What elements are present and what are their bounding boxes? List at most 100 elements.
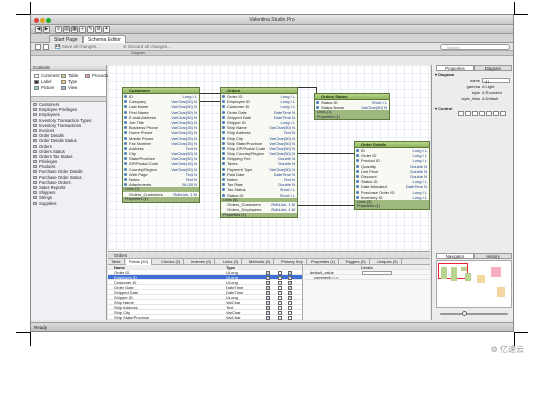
minimize-icon[interactable] [40,18,45,23]
list-item[interactable]: Suppliers [31,201,106,206]
field-checkbox[interactable]: ✓ [288,296,292,300]
tab-start-page[interactable]: Start Page [49,35,83,43]
field-checkbox[interactable] [288,311,292,315]
field-checkbox[interactable]: ✓ [288,286,292,290]
field-checkbox[interactable] [278,276,282,280]
field-checkbox[interactable] [278,311,282,315]
field-checkbox[interactable]: ✓ [288,281,292,285]
field-key-icon [222,188,225,192]
zoom-icon[interactable] [46,18,51,23]
field-checkbox[interactable]: ✓ [266,286,270,290]
entity-order-details[interactable]: Order Details ID Long I L Order ID Long I L… [354,141,430,210]
comment-value[interactable]: none [330,275,339,280]
tab-navigator[interactable]: Navigator [436,253,474,259]
entity-field-row[interactable]: Inventory ID Long I L [355,195,429,200]
field-checkbox[interactable] [288,301,292,305]
plus-icon[interactable]: + [79,26,86,33]
control-label-item[interactable]: Label [34,79,52,84]
control-view[interactable]: View [61,85,77,90]
align-icon[interactable] [486,111,492,116]
gear-icon[interactable]: ⚙ [95,26,102,33]
discard-all-button[interactable]: ⊘ Discard all changes... [123,43,171,51]
entity-properties-header: Properties (1) [355,204,429,209]
table-icon [61,73,66,78]
entity-link-row[interactable]: Orders_Employees RdbLink, 1 M [221,207,297,212]
align-icon[interactable] [458,111,464,116]
align-icon[interactable] [500,111,506,116]
field-checkbox[interactable]: ✓ [266,281,270,285]
field-key-icon [222,126,225,130]
tab-schema-editor[interactable]: Schema Editor [83,35,126,43]
field-checkbox[interactable] [278,301,282,305]
field-checkbox[interactable]: ✓ [266,276,270,280]
field-checkbox[interactable] [278,296,282,300]
field-key-icon [356,159,359,163]
field-checkbox[interactable]: ✓ [288,276,292,280]
tab-properties[interactable]: Properties [436,65,474,71]
entity-orders[interactable]: Orders Order ID Long I L Employee ID Long I… [220,87,298,219]
entity-link-row[interactable]: Orders_Customers RdbLink, 1 M [123,192,199,197]
field-key-icon [356,154,359,158]
field-checkbox[interactable]: ✓ [288,271,292,275]
entity-field-row[interactable]: Attachments BLOB N [123,182,199,187]
field-checkbox[interactable]: ✓ [266,271,270,275]
field-checkbox[interactable]: ✓ [266,296,270,300]
database-icon[interactable]: ▤ [63,26,70,33]
style-links-select[interactable]: A Default [482,96,498,101]
field-checkbox[interactable]: ✓ [266,311,270,315]
align-icon[interactable] [472,111,478,116]
field-checkbox[interactable] [278,271,282,275]
table-icon[interactable]: ▦ [71,26,78,33]
field-checkbox[interactable] [278,286,282,290]
entity-orders-status[interactable]: Orders Status Status ID Short I L Status N… [314,93,390,121]
gamma-select[interactable]: A Light [482,84,494,89]
entity-field-row[interactable]: Status ID Short I L [221,193,297,198]
sidebar-toggle-icon[interactable] [35,44,41,50]
field-key-icon [222,115,225,119]
sql-icon[interactable]: ≡ [55,26,62,33]
search-input[interactable]: Search [440,44,510,50]
wand-icon[interactable]: ✦ [103,26,110,33]
forward-icon[interactable]: ▶ [43,26,50,33]
name-input[interactable]: d1 [482,78,510,84]
field-key-icon [222,178,225,181]
field-checkbox[interactable]: ✓ [266,291,270,295]
field-checkbox[interactable] [288,306,292,310]
back-icon[interactable]: ◀ [35,26,42,33]
table-icon [33,123,37,127]
entity-fields: Status ID Short I L Status Name VarChar(50)… [315,100,389,110]
zoom-slider[interactable] [440,313,508,315]
save-all-button[interactable]: 💾 Save all changes... [55,43,100,51]
field-checkbox[interactable] [278,291,282,295]
field-key-icon [222,141,225,145]
field-checkbox[interactable] [278,281,282,285]
field-checkbox[interactable] [278,316,282,320]
field-name: Inventory ID [361,194,383,200]
field-checkbox[interactable]: ✓ [266,316,270,320]
list-toggle-icon[interactable] [43,44,49,50]
diagram-canvas[interactable]: Customers ID Long I L Company VarChar(50) N… [108,65,430,252]
field-checkbox[interactable]: ✓ [288,291,292,295]
entity-customers[interactable]: Customers ID Long I L Company VarChar(50) N… [122,87,200,203]
field-checkbox[interactable]: ✓ [266,301,270,305]
zoom-slider-handle[interactable] [462,311,467,316]
entity-field-row[interactable]: Status Name VarChar(50) N [315,105,389,110]
field-checkbox[interactable]: ✓ [266,306,270,310]
style-select[interactable]: A Rounded [482,90,502,95]
default-value-input[interactable] [362,270,392,275]
control-table[interactable]: Table [61,73,78,78]
control-comment[interactable]: Comment [34,73,60,78]
align-icon[interactable] [479,111,485,116]
tab-history[interactable]: History [474,253,512,259]
navigator-preview[interactable] [436,260,512,308]
close-icon[interactable] [34,18,39,23]
brush-icon[interactable]: ✎ [87,26,94,33]
align-icon[interactable] [493,111,499,116]
field-checkbox[interactable] [278,306,282,310]
save-all-label: Save all changes... [61,44,100,49]
align-icon[interactable] [465,111,471,116]
control-picture[interactable]: Picture [34,85,54,90]
tab-diagram[interactable]: Diagram [474,65,512,71]
field-checkbox[interactable] [288,316,292,320]
control-type[interactable]: Type [61,79,77,84]
